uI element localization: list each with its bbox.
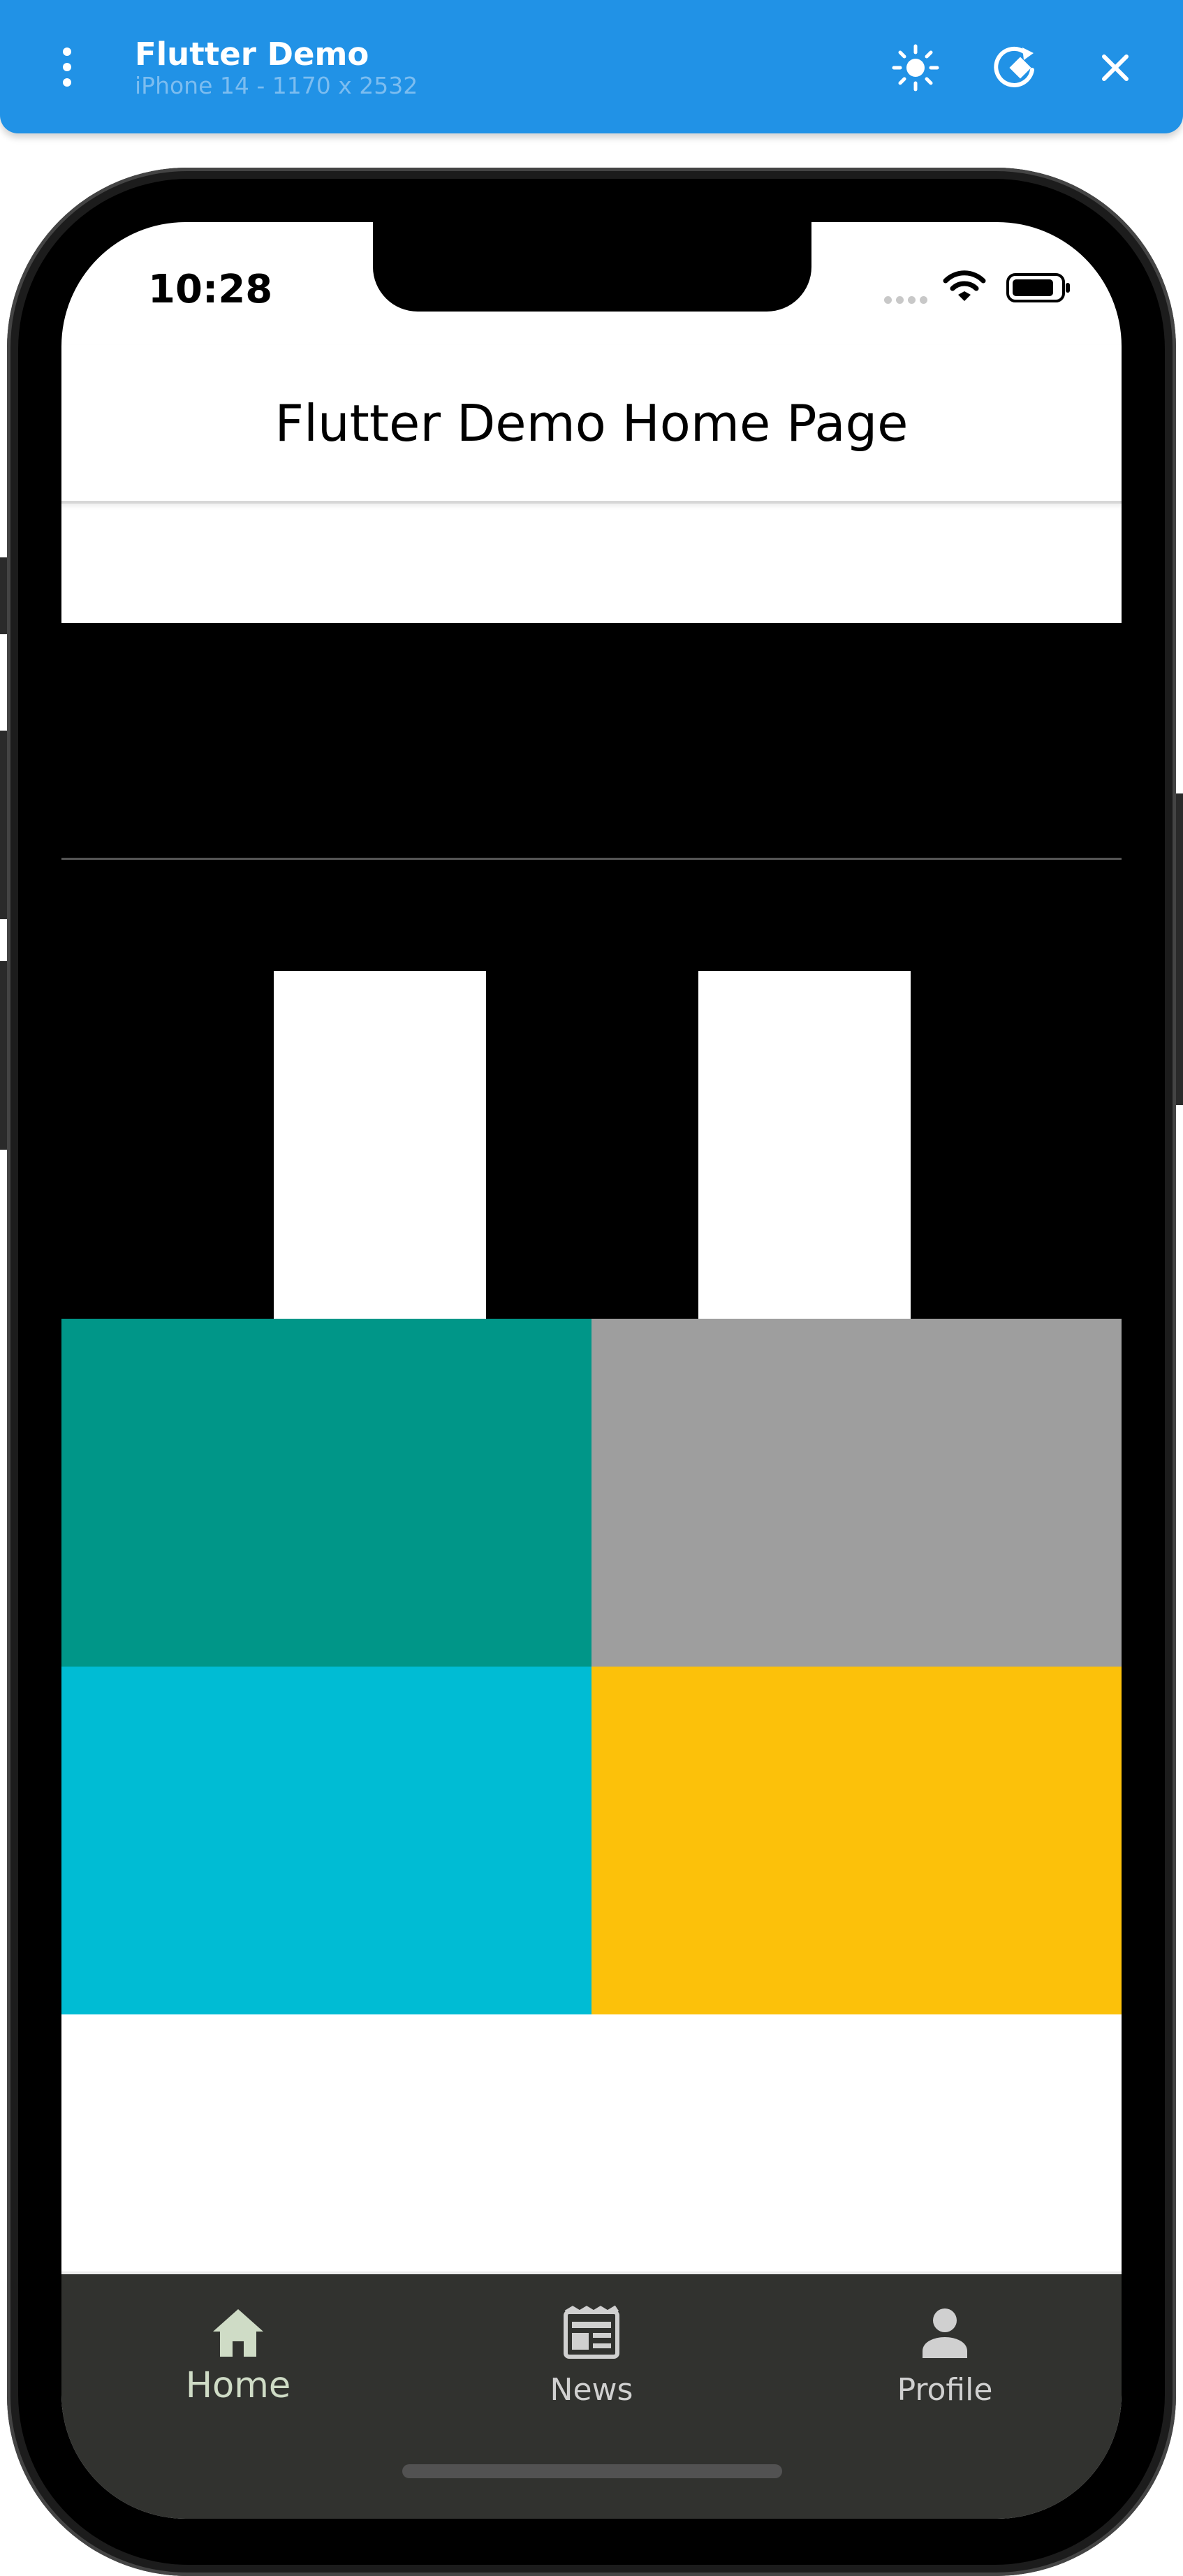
nav-label-news: News — [550, 2372, 633, 2408]
stripe-black — [61, 971, 274, 1319]
banner-divider — [61, 858, 1122, 860]
grey-tile — [592, 1319, 1122, 1667]
stripe-black — [911, 971, 1122, 1319]
nav-item-news[interactable]: News — [415, 2274, 768, 2421]
notch — [373, 222, 811, 312]
cellular-signal-icon — [884, 296, 927, 304]
newspaper-icon — [562, 2304, 621, 2362]
cyan-tile — [61, 1667, 592, 2014]
device-subtitle: iPhone 14 - 1170 x 2532 — [135, 72, 418, 99]
home-icon — [210, 2304, 266, 2362]
nav-label-profile: Profile — [897, 2372, 993, 2408]
device-preview-toolbar: Flutter Demo iPhone 14 - 1170 x 2532 — [0, 0, 1183, 133]
amber-tile — [592, 1667, 1122, 2014]
app-bar: Flutter Demo Home Page — [61, 345, 1122, 504]
nav-item-home[interactable]: Home — [61, 2274, 415, 2421]
more-vert-icon[interactable] — [50, 42, 84, 92]
home-indicator — [402, 2464, 782, 2478]
window-title: Flutter Demo — [135, 36, 369, 73]
stripe-black — [486, 971, 698, 1319]
stripe-white — [274, 971, 486, 1319]
person-icon — [917, 2304, 973, 2362]
nav-label-home: Home — [185, 2365, 291, 2406]
rotate-device-icon[interactable] — [987, 39, 1045, 96]
close-icon[interactable] — [1087, 39, 1144, 96]
battery-icon — [1006, 272, 1071, 306]
nav-item-profile[interactable]: Profile — [768, 2274, 1122, 2421]
status-time: 10:28 — [148, 267, 273, 312]
wifi-icon — [943, 270, 986, 306]
sun-icon[interactable] — [887, 39, 944, 96]
phone-screen: 10:28 Flutter Demo Home Page Home News P… — [61, 222, 1122, 2519]
bottom-navigation-bar: Home News Profile — [61, 2271, 1122, 2519]
stripe-white — [698, 971, 911, 1319]
page-title: Flutter Demo Home Page — [274, 393, 909, 453]
black-banner-block — [61, 623, 1122, 971]
teal-tile — [61, 1319, 592, 1667]
